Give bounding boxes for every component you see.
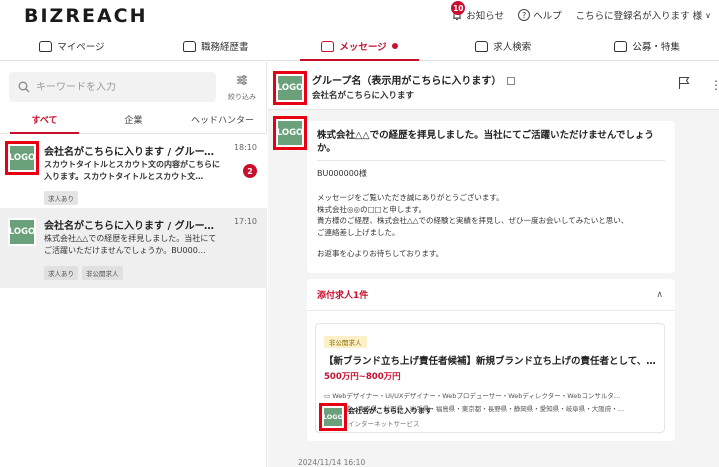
- nav-item-messages[interactable]: メッセージ: [288, 32, 432, 61]
- thread-chips: 求人あり: [44, 191, 78, 205]
- briefcase-icon: ▭: [324, 392, 333, 400]
- search-icon: [18, 81, 30, 93]
- filter-button[interactable]: 絞り込み: [224, 72, 260, 102]
- document-icon: [182, 40, 196, 52]
- filter-label: 絞り込み: [228, 93, 256, 101]
- job-title: 【新ブランド立ち上げ責任者候補】新規ブランド立ち上げの責任者として、…: [324, 356, 656, 367]
- tab-company[interactable]: 企業: [89, 110, 178, 133]
- chevron-down-icon: ∨: [705, 10, 711, 20]
- more-menu-icon[interactable]: ⋮: [710, 78, 719, 92]
- thread-snippet: スカウトタイトルとスカウト文の内容がこちらに入ります。スカウトタイトルとスカウト…: [44, 160, 220, 181]
- sender-logo: LOGO: [273, 116, 307, 150]
- message-card: 株式会社△△での経歴を拝見しました。当社にてご活躍いただけませんでしょうか。 B…: [307, 121, 675, 273]
- help-link[interactable]: ? ヘルプ: [518, 8, 562, 22]
- thread-item[interactable]: LOGO 会社名がこちらに入ります / グループ名… 17:10 株式会社△△で…: [0, 208, 267, 288]
- conversation-header: LOGO グループ名（表示用がこちらに入ります） 会社名がこちらに入ります ⋮: [268, 62, 719, 110]
- company-name: 会社名がこちらに入ります: [312, 91, 415, 101]
- message-line: 貴方様のご経歴、株式会社△△での経験と実績を拝見し、ぜひ一度お会いしてみたいと思…: [317, 216, 629, 225]
- top-links: 10 お知らせ ? ヘルプ こちらに登録名が入ります 様 ∨: [451, 1, 711, 23]
- nav-label: メッセージ: [339, 42, 387, 53]
- message-line: ご連絡差し上げました。: [317, 227, 400, 237]
- main-nav: マイページ 職務経歴書 メッセージ 求人検索 公募・特集: [0, 32, 719, 61]
- message-line: メッセージをご覧いただき誠にありがとうございます。: [317, 193, 504, 202]
- company-logo: LOGO: [5, 141, 39, 175]
- nav-item-resume[interactable]: 職務経歴書: [144, 32, 288, 60]
- external-link-icon[interactable]: [507, 77, 516, 85]
- job-company-name: 会社名がこちらに入ります: [348, 407, 432, 415]
- attached-jobs-card: 添付求人1件 ∧ 非公開求人 【新ブランド立ち上げ責任者候補】新規ブランド立ち上…: [307, 279, 675, 441]
- message-body: メッセージをご覧いただき誠にありがとうございます。 株式会社◎◎の□□と申します…: [317, 192, 665, 260]
- chip-private-job: 非公開求人: [82, 266, 123, 280]
- thread-chips: 求人あり 非公開求人: [44, 266, 123, 280]
- user-name: こちらに登録名が入ります 様: [575, 11, 703, 22]
- help-label: ヘルプ: [533, 11, 562, 22]
- top-bar: BIZREACH 10 お知らせ ? ヘルプ こちらに登録名が入ります 様 ∨: [0, 0, 719, 32]
- nav-label: 公募・特集: [632, 42, 680, 53]
- help-icon: ?: [518, 9, 531, 21]
- thread-list-panel: 絞り込み すべて 企業 ヘッドハンター LOGO 会社名がこちらに入ります / …: [0, 62, 267, 467]
- private-job-badge: 非公開求人: [324, 336, 367, 348]
- message-line: 株式会社◎◎の□□と申します。: [317, 204, 427, 214]
- job-roles-text: Webデザイナー・UI/UXデザイナー・Webプロデューサー・Webディレクター…: [332, 392, 621, 400]
- group-name[interactable]: グループ名（表示用がこちらに入ります）: [312, 72, 516, 87]
- unread-count-badge: 2: [243, 164, 257, 178]
- message-line: お返事を心よりお待ちしております。: [317, 249, 444, 258]
- feature-icon: [614, 40, 628, 52]
- nav-item-mypage[interactable]: マイページ: [0, 32, 144, 60]
- flag-icon[interactable]: [678, 76, 690, 90]
- search-input[interactable]: [36, 81, 206, 93]
- nav-label: 求人検索: [493, 42, 532, 53]
- job-salary: 500万円~800万円: [324, 372, 401, 382]
- home-icon: [39, 40, 53, 52]
- nav-item-features[interactable]: 公募・特集: [575, 32, 719, 60]
- job-company: LOGO 会社名がこちらに入ります インターネットサービス: [319, 403, 432, 431]
- thread-time: 17:10: [233, 217, 257, 226]
- thread-snippet: 株式会社△△での経歴を拝見しました。当社にてご活躍いただけませんでしょうか。BU…: [44, 234, 217, 255]
- thread-title: 会社名がこちらに入ります / グループ名…: [44, 147, 224, 158]
- message-timestamp: 2024/11/14 16:10: [298, 458, 366, 467]
- message-title: 株式会社△△での経歴を拝見しました。当社にてご活躍いただけませんでしょうか。: [317, 129, 665, 161]
- filter-icon: [237, 75, 247, 85]
- attached-jobs-title: 添付求人1件: [317, 291, 369, 301]
- job-roles: ▭ Webデザイナー・UI/UXデザイナー・Webプロデューサー・Webディレク…: [324, 390, 656, 400]
- thread-item[interactable]: LOGO 会社名がこちらに入ります / グループ名… 18:10 スカウトタイト…: [0, 134, 267, 208]
- chip-has-jobs: 求人あり: [44, 191, 78, 205]
- tab-all[interactable]: すべて: [0, 110, 89, 134]
- conversation-panel: LOGO グループ名（表示用がこちらに入ります） 会社名がこちらに入ります ⋮ …: [268, 62, 719, 467]
- chevron-up-icon[interactable]: ∧: [656, 290, 663, 300]
- thread-time: 18:10: [233, 143, 257, 152]
- job-company-industry: インターネットサービス: [348, 420, 420, 428]
- unread-dot: [391, 43, 398, 49]
- thread-tabs: すべて 企業 ヘッドハンター: [0, 110, 267, 134]
- message-icon: [321, 40, 335, 52]
- search-box[interactable]: [9, 72, 216, 102]
- notifications-link[interactable]: 10 お知らせ: [451, 1, 505, 22]
- nav-label: 職務経歴書: [200, 42, 249, 53]
- user-menu[interactable]: こちらに登録名が入ります 様 ∨: [575, 8, 711, 23]
- job-card[interactable]: 非公開求人 【新ブランド立ち上げ責任者候補】新規ブランド立ち上げの責任者として、…: [315, 323, 665, 433]
- company-logo: LOGO: [8, 218, 36, 246]
- chip-has-jobs: 求人あり: [44, 266, 78, 280]
- brand-logo[interactable]: BIZREACH: [24, 5, 148, 27]
- search-home-icon: [475, 40, 489, 52]
- company-logo: LOGO: [273, 71, 307, 105]
- notifications-label: お知らせ: [466, 11, 505, 22]
- message-recipient: BU000000様: [317, 169, 367, 178]
- company-logo: LOGO: [319, 403, 347, 431]
- nav-item-job-search[interactable]: 求人検索: [431, 32, 575, 60]
- group-name-text: グループ名（表示用がこちらに入ります）: [312, 76, 502, 87]
- attached-jobs-header[interactable]: 添付求人1件 ∧: [307, 279, 675, 311]
- tab-headhunter[interactable]: ヘッドハンター: [178, 110, 267, 133]
- nav-label: マイページ: [57, 42, 105, 53]
- thread-title: 会社名がこちらに入ります / グループ名…: [44, 221, 224, 232]
